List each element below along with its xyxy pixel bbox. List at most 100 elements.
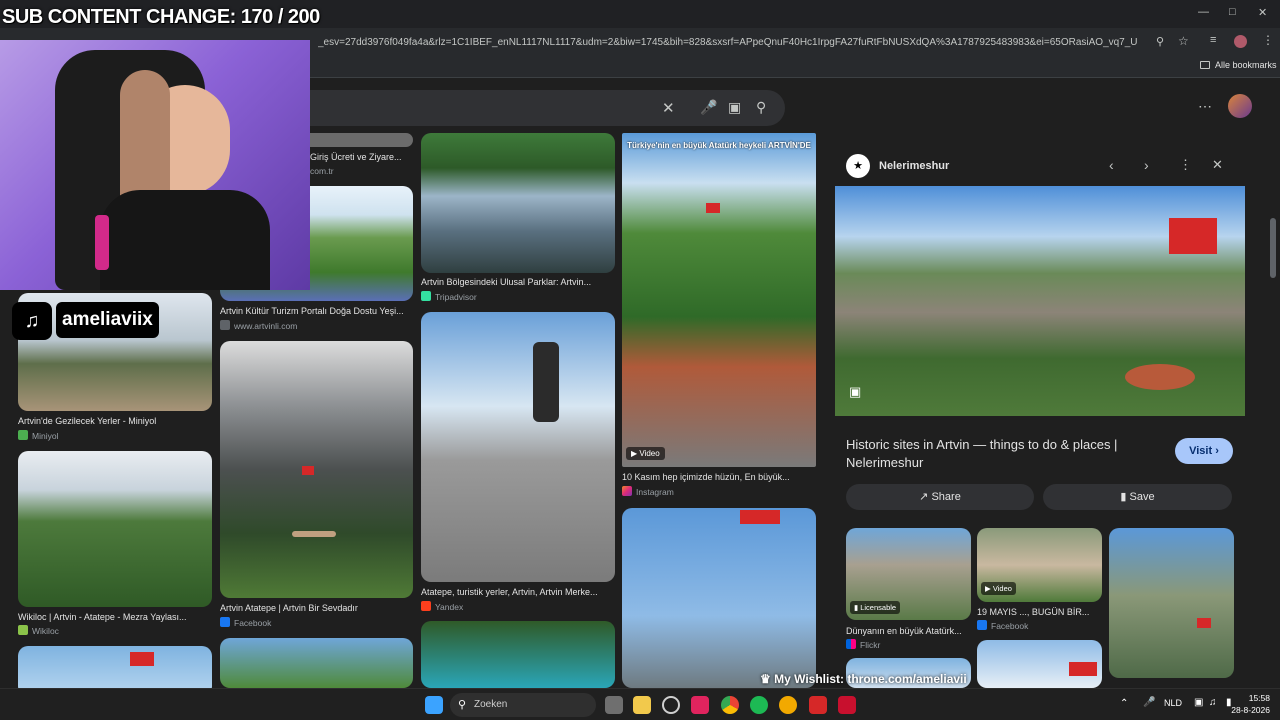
chrome-icon[interactable] [721, 696, 739, 714]
source-favicon-icon [18, 430, 28, 440]
monument-base [292, 531, 336, 537]
lens-icon[interactable]: ▣ [728, 99, 741, 116]
share-button-label: Share [931, 491, 961, 503]
obs-icon[interactable] [662, 696, 680, 714]
result-title[interactable]: Artvin'de Gezilecek Yerler - Miniyol [18, 416, 212, 426]
result-image[interactable]: Türkiye'nin en büyük Atatürk heykeli ART… [622, 133, 816, 467]
result-image[interactable] [220, 638, 413, 688]
app-icon[interactable] [809, 696, 827, 714]
url-text[interactable]: _esv=27dd3976f049fa4a&rlz=1C1IBEF_enNL11… [318, 37, 1138, 48]
coin-app-icon[interactable] [779, 696, 797, 714]
task-view-icon[interactable] [605, 696, 623, 714]
tray-chevron-icon[interactable]: ⌃ [1120, 698, 1128, 709]
result-image[interactable] [622, 508, 816, 688]
result-image[interactable] [220, 341, 413, 598]
next-icon[interactable]: › [1144, 157, 1149, 173]
zoom-icon[interactable]: ⚲ [1156, 35, 1164, 48]
clear-icon[interactable]: ✕ [662, 99, 675, 117]
app-icon[interactable] [691, 696, 709, 714]
save-button[interactable]: ▮ Save [1043, 484, 1232, 510]
minimize-icon[interactable]: — [1198, 6, 1209, 18]
search-box[interactable]: ✕ 🎤 ▣ ⚲ [290, 90, 785, 126]
result-title[interactable]: 10 Kasım hep içimizde hüzün, En büyük... [622, 472, 816, 482]
lens-search-icon[interactable]: ▣ [849, 384, 861, 400]
video-badge-label: Video [992, 584, 1012, 593]
facebook-icon [220, 617, 230, 627]
network-icon[interactable]: ▣ [1194, 697, 1203, 708]
wishlist-text: My Wishlist: throne.com/ameliavii [774, 672, 967, 686]
previous-icon[interactable]: ‹ [1109, 157, 1114, 173]
result-title[interactable]: Giriş Ücreti ve Ziyare... [310, 152, 413, 162]
result-image[interactable] [421, 133, 615, 273]
clock-time[interactable]: 15:58 [1246, 693, 1270, 703]
video-badge-label: Video [639, 449, 660, 458]
result-image[interactable] [421, 621, 615, 688]
related-title[interactable]: Dünyanın en büyük Atatürk... [846, 626, 971, 636]
more-menu-icon[interactable]: ⋮ [1262, 33, 1274, 47]
bookmark-icon: ▮ [1120, 491, 1127, 503]
related-image[interactable]: ▶ Video [977, 528, 1102, 602]
all-bookmarks-label[interactable]: Alle bookmarks [1215, 60, 1277, 70]
save-button-label: Save [1129, 491, 1155, 503]
flag-icon [130, 652, 154, 666]
clock-date[interactable]: 28-8-2026 [1230, 705, 1270, 715]
source-label: Yandex [435, 602, 464, 612]
wishlist-overlay: ♛ My Wishlist: throne.com/ameliavii [760, 672, 967, 686]
preview-image[interactable]: ▣ [835, 186, 1245, 416]
result-title[interactable]: Atatepe, turistik yerler, Artvin, Artvin… [421, 587, 615, 597]
result-image[interactable] [18, 451, 212, 607]
language-indicator[interactable]: NLD [1164, 698, 1182, 708]
preview-title[interactable]: Historic sites in Artvin — things to do … [846, 436, 1166, 472]
statue-figure [533, 342, 559, 422]
maximize-icon[interactable]: □ [1229, 6, 1236, 18]
result-source[interactable]: www.artvinli.com [220, 320, 297, 331]
image-overlay-text: Türkiye'nin en büyük Atatürk heykeli ART… [627, 141, 811, 150]
profile-avatar[interactable] [1234, 35, 1247, 48]
search-icon[interactable]: ⚲ [756, 99, 766, 116]
related-title[interactable]: 19 MAYIS ..., BUGÜN BİR... [977, 607, 1102, 617]
result-source[interactable]: Wikiloc [18, 625, 59, 636]
related-image[interactable]: ▮ Licensable [846, 528, 971, 620]
star-icon[interactable]: ☆ [1178, 34, 1189, 48]
result-source[interactable]: Tripadvisor [421, 291, 477, 302]
source-label: Instagram [636, 487, 674, 497]
result-source[interactable]: Instagram [622, 486, 674, 497]
result-image[interactable] [18, 646, 212, 688]
taskbar-search[interactable]: ⚲ Zoeken [450, 693, 596, 717]
result-source[interactable]: Yandex [421, 601, 463, 612]
visit-button[interactable]: Visit › [1175, 438, 1233, 464]
close-panel-icon[interactable]: ✕ [1212, 157, 1223, 173]
spotify-icon[interactable] [750, 696, 768, 714]
microphone-icon[interactable]: 🎤 [700, 99, 717, 116]
result-source[interactable]: Miniyol [18, 430, 58, 441]
volume-icon[interactable]: ♫ [1209, 697, 1217, 708]
result-title[interactable]: Artvin Atatepe | Artvin Bir Sevdadır [220, 603, 413, 613]
account-avatar[interactable] [1228, 94, 1252, 118]
site-name[interactable]: Nelerimeshur [879, 160, 949, 172]
result-title[interactable]: Artvin Bölgesindeki Ulusal Parklar: Artv… [421, 277, 615, 287]
share-button[interactable]: ↗ Share [846, 484, 1034, 510]
mic-tray-icon[interactable]: 🎤 [1143, 697, 1155, 708]
result-image[interactable] [421, 312, 615, 582]
more-options-icon[interactable]: ⋮ [1179, 157, 1192, 173]
related-source[interactable]: Flickr [846, 639, 880, 650]
file-explorer-icon[interactable] [633, 696, 651, 714]
related-image[interactable] [1109, 528, 1234, 678]
result-source[interactable]: Facebook [220, 617, 271, 628]
result-title[interactable]: Artvin Kültür Turizm Portalı Doğa Dostu … [220, 306, 413, 316]
image-preview-panel: ★ Nelerimeshur ‹ › ⋮ ✕ ▣ Historic sites … [835, 148, 1247, 688]
crown-icon: ♛ [760, 672, 771, 686]
related-source[interactable]: Facebook [977, 620, 1028, 631]
licensable-label: Licensable [860, 603, 897, 612]
search-icon: ⚲ [458, 699, 467, 711]
start-icon[interactable] [425, 696, 443, 714]
tab-search-icon[interactable]: ≡ [1210, 34, 1216, 46]
app-icon[interactable] [838, 696, 856, 714]
page-scrollbar[interactable] [1270, 218, 1276, 278]
related-image[interactable] [977, 640, 1102, 688]
sub-counter: SUB CONTENT CHANGE: 170 / 200 [2, 6, 320, 28]
result-title[interactable]: Wikiloc | Artvin - Atatepe - Mezra Yayla… [18, 612, 212, 622]
result-source[interactable]: com.tr [310, 166, 334, 176]
apps-grid-icon[interactable]: ⋯ [1198, 98, 1212, 115]
close-window-icon[interactable]: ✕ [1258, 6, 1267, 19]
